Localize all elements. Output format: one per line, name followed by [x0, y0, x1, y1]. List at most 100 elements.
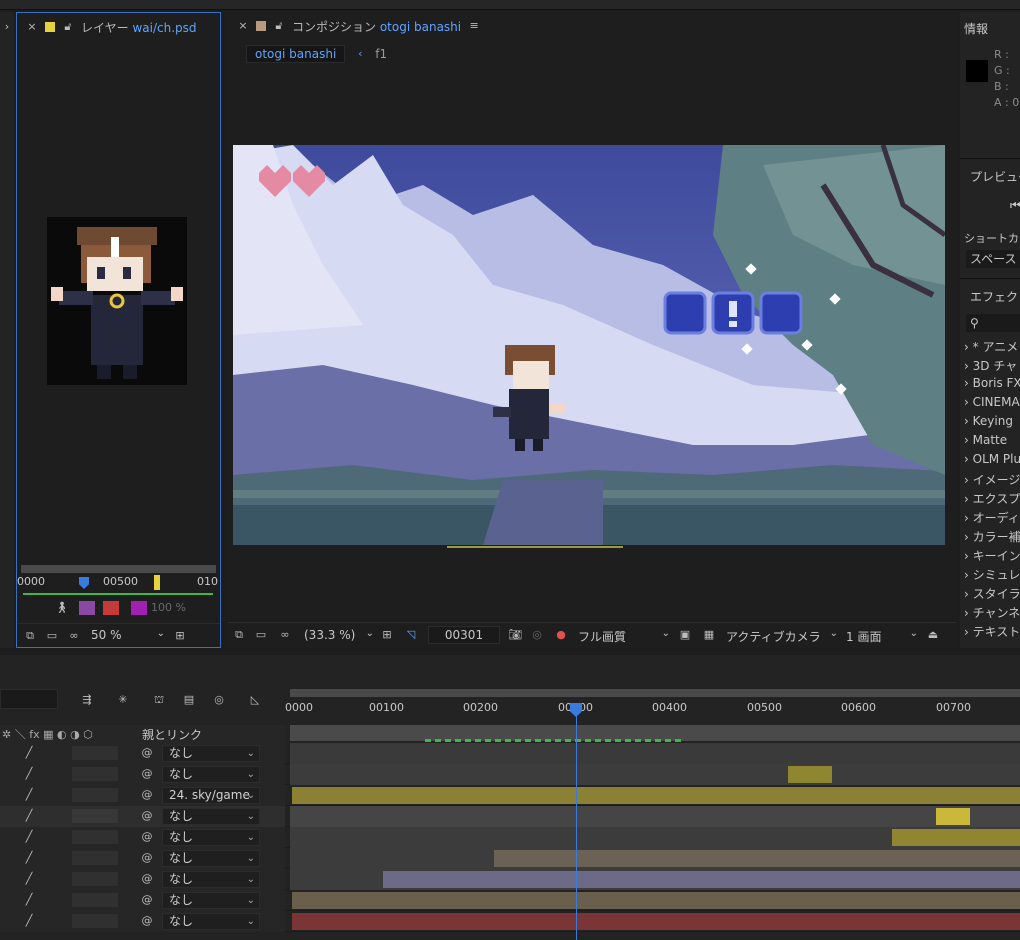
pickwhip-icon[interactable]: @ [140, 809, 154, 823]
switch-cells[interactable] [72, 830, 118, 844]
effect-category[interactable]: › Keying [964, 414, 1013, 428]
view-swatch-purple[interactable] [79, 601, 95, 615]
layer-bar[interactable] [494, 850, 1020, 867]
layer-bar[interactable] [936, 808, 970, 825]
timecode-field[interactable]: 00301 [428, 626, 500, 644]
layer-bar[interactable] [383, 871, 1020, 888]
monitor-icon[interactable]: ▭ [45, 629, 59, 643]
switch-cells[interactable] [72, 788, 118, 802]
parent-dropdown[interactable]: 24. sky/game ⌄ [162, 787, 260, 804]
parent-dropdown[interactable]: なし ⌄ [162, 871, 260, 888]
effect-category[interactable]: › キーイン [964, 547, 1020, 564]
pen-icon[interactable]: ╱ [22, 788, 36, 802]
pickwhip-icon[interactable]: @ [140, 914, 154, 928]
timeline-layer-row[interactable]: ╱ @ なし ⌄ [0, 764, 1020, 785]
roi-icon[interactable]: ▣ [678, 628, 692, 642]
time-ruler[interactable]: 0000 00100 00200 00300 00400 00500 00600… [285, 689, 1020, 725]
draft-3d-icon[interactable]: ✳ [116, 693, 130, 707]
layer-bar[interactable] [292, 892, 1020, 909]
work-area-strip[interactable] [290, 689, 1020, 697]
composition-panel-tab[interactable]: × 🔓︎ コンポジション otogi banashi ≡ [228, 12, 956, 40]
effect-category[interactable]: › 3D チャ [964, 357, 1017, 374]
effect-category[interactable]: › Matte [964, 433, 1007, 447]
monitor-icon[interactable]: ▭ [254, 628, 268, 642]
close-icon[interactable]: × [25, 20, 39, 34]
layer-timeline-bar[interactable] [21, 565, 216, 573]
timeline-layer-row[interactable]: ╱ @ なし ⌄ [0, 890, 1020, 911]
timeline-layer-row[interactable]: ╱ @ なし ⌄ [0, 743, 1020, 764]
menu-icon[interactable]: ≡ [467, 19, 481, 33]
camera-dropdown[interactable]: アクティブカメラ ⌄ [726, 628, 838, 645]
parent-dropdown[interactable]: なし ⌄ [162, 745, 260, 762]
region-icon[interactable]: ⧉ [23, 629, 37, 643]
graph-editor-icon[interactable]: ◺ [248, 693, 262, 707]
chevron-left-icon[interactable]: ‹ [353, 47, 367, 61]
pen-icon[interactable]: ╱ [22, 830, 36, 844]
pen-icon[interactable]: ╱ [22, 809, 36, 823]
effect-category[interactable]: › * アニメ [964, 338, 1018, 355]
composition-viewer[interactable] [233, 145, 945, 545]
pen-icon[interactable]: ╱ [22, 872, 36, 886]
timeline-layer-row[interactable]: ╱ @ なし ⌄ [0, 806, 1020, 827]
quality-dropdown[interactable]: フル画質 ⌄ [578, 628, 670, 645]
switch-cells[interactable] [72, 746, 118, 760]
fast-preview-icon[interactable]: ⏏ [926, 628, 940, 642]
views-dropdown[interactable]: 1 画面 ⌄ [846, 628, 918, 645]
timeline-layer-row[interactable]: ╱ @ なし ⌄ [0, 869, 1020, 890]
checker-icon[interactable]: ▦ [702, 628, 716, 642]
timeline-layer-row[interactable]: ╱ @ なし ⌄ [0, 827, 1020, 848]
comp-zoom-dropdown[interactable]: (33.3 %) ⌄ [304, 628, 374, 642]
layer-bar[interactable] [892, 829, 1020, 846]
frame-blending-icon[interactable]: ▤ [182, 693, 196, 707]
camera-snapshot-icon[interactable]: 📷︎ [508, 628, 522, 642]
timeline-layer-row[interactable]: ╱ @ 24. sky/game ⌄ [0, 785, 1020, 806]
pickwhip-icon[interactable]: @ [140, 851, 154, 865]
pickwhip-icon[interactable]: @ [140, 767, 154, 781]
effect-category[interactable]: › オーディ [964, 509, 1020, 526]
work-area-bar[interactable] [23, 593, 213, 595]
parent-dropdown[interactable]: なし ⌄ [162, 766, 260, 783]
effect-category[interactable]: › カラー補 [964, 528, 1020, 545]
shortcut-dropdown[interactable]: スペース [966, 250, 1020, 268]
layer-zoom-dropdown[interactable]: 50 % ⌄ [91, 628, 165, 642]
pen-icon[interactable]: ╱ [22, 746, 36, 760]
switch-cells[interactable] [72, 767, 118, 781]
effect-category[interactable]: › OLM Plu [964, 452, 1020, 466]
motion-blur-icon[interactable]: ◎ [212, 693, 226, 707]
layer-panel-tab[interactable]: × 🔓︎ レイヤー wai/ch.psd [17, 13, 220, 41]
effect-category[interactable]: › チャンネ [964, 604, 1020, 621]
lock-icon[interactable]: 🔓︎ [272, 19, 286, 33]
parent-dropdown[interactable]: なし ⌄ [162, 850, 260, 867]
effect-category[interactable]: › シミュレ [964, 566, 1020, 583]
timeline-layer-row[interactable]: ╱ @ なし ⌄ [0, 848, 1020, 869]
switch-cells[interactable] [72, 809, 118, 823]
pickwhip-icon[interactable]: @ [140, 893, 154, 907]
effect-category[interactable]: › エクスプ [964, 490, 1020, 507]
parent-dropdown[interactable]: なし ⌄ [162, 808, 260, 825]
switch-cells[interactable] [72, 893, 118, 907]
pickwhip-icon[interactable]: @ [140, 872, 154, 886]
effect-category[interactable]: › テキスト [964, 623, 1020, 640]
parent-dropdown[interactable]: なし ⌄ [162, 892, 260, 909]
pen-icon[interactable]: ╱ [22, 767, 36, 781]
timeline-search-input[interactable] [0, 689, 58, 709]
layer-bar[interactable] [292, 913, 1020, 930]
pen-icon[interactable]: ╱ [22, 893, 36, 907]
close-icon[interactable]: × [236, 19, 250, 33]
show-snapshot-icon[interactable]: ◎ [530, 628, 544, 642]
playhead-marker[interactable] [79, 577, 89, 589]
layer-bar[interactable] [292, 787, 1020, 804]
parent-dropdown[interactable]: なし ⌄ [162, 829, 260, 846]
lock-icon[interactable]: 🔓︎ [61, 20, 75, 34]
effect-category[interactable]: › CINEMA [964, 395, 1020, 409]
pickwhip-icon[interactable]: @ [140, 746, 154, 760]
region-icon[interactable]: ⧉ [232, 628, 246, 642]
breadcrumb-next[interactable]: f1 [375, 47, 387, 61]
switch-cells[interactable] [72, 872, 118, 886]
switch-cells[interactable] [72, 851, 118, 865]
mask-icon[interactable]: ∞ [278, 628, 292, 642]
effect-category[interactable]: › Boris FX [964, 376, 1020, 390]
timeline-layer-row[interactable]: ╱ @ なし ⌄ [0, 911, 1020, 932]
transparency-grid-icon[interactable]: ◹ [404, 628, 418, 642]
effect-category[interactable]: › スタイラ [964, 585, 1020, 602]
